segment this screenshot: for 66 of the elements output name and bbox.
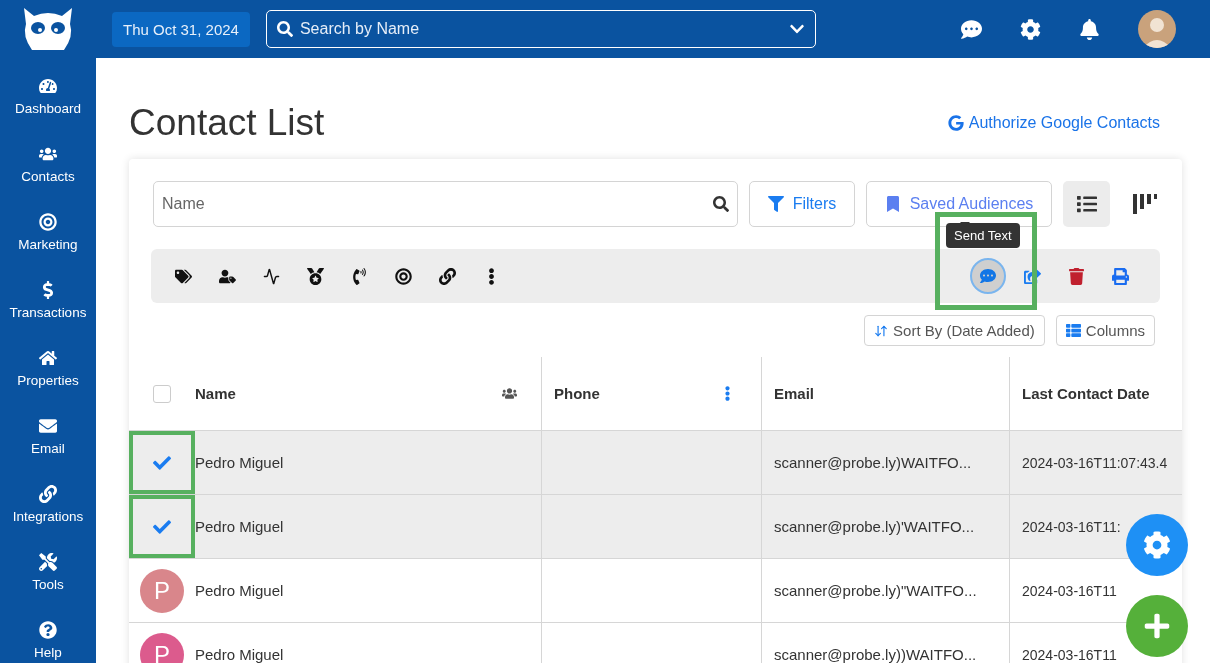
table-cell: Pedro Miguel [195,582,284,599]
table-cell: Pedro Miguel [195,518,284,535]
plus-icon [1143,612,1171,640]
page-title: Contact List [129,102,325,144]
bell-icon[interactable] [1079,18,1100,40]
table-cell: 2024-03-16T11:07:43.4 [1022,454,1168,471]
send-text-button[interactable] [970,258,1006,294]
column-header[interactable]: Phone [554,385,600,402]
group-icon[interactable] [502,386,517,401]
filter-icon [767,196,784,212]
bookmark-icon [884,196,901,212]
table-cell: 2024-03-16T11 [1022,646,1117,663]
nav-icon [39,552,57,571]
nav-icon [39,212,57,231]
nav-item[interactable]: Help [34,606,62,663]
nav-item[interactable]: Marketing [18,198,78,266]
column-header[interactable]: Last Contact Date [1022,385,1150,402]
table-cell: 2024-03-16T11: [1022,518,1121,535]
table-cell: scanner@probe.ly)WAITFO... [774,454,972,471]
google-icon [947,115,964,131]
columns-icon [1065,323,1081,338]
nav-item[interactable]: Integrations [12,470,84,538]
table-cell: scanner@probe.ly)"WAITFO... [774,582,977,599]
nav-item[interactable]: Contacts [21,130,75,198]
sort-icon [874,323,889,338]
nav-item[interactable]: Transactions [9,266,87,334]
user-avatar[interactable] [1138,10,1176,48]
authorize-google-link[interactable]: Authorize Google Contacts [947,114,1160,132]
nav-item[interactable]: Properties [17,334,79,402]
nav-icon [39,416,57,435]
search-icon [276,21,293,37]
search-select[interactable]: Search by Name [265,10,816,48]
settings-icon[interactable] [1020,18,1041,40]
select-all-checkbox[interactable] [153,384,171,403]
nav-item[interactable]: Email [31,402,65,470]
saved-audiences-button[interactable]: Saved Audiences [866,181,1052,227]
nav-item[interactable]: Tools [32,538,64,606]
avatar: P [140,632,184,663]
nav-icon [39,484,57,503]
column-header[interactable]: Email [774,385,815,402]
table-cell: 2024-03-16T11 [1022,582,1117,599]
row-checkbox[interactable] [153,517,171,536]
tooltip: Send Text [946,223,1020,248]
nav-item[interactable]: Dashboard [14,62,81,130]
date-display: Thu Oct 31, 2024 [112,11,250,47]
board-icon [1132,193,1157,215]
chat-icon [980,268,996,284]
chat-icon[interactable] [961,18,982,40]
name-search-field[interactable]: Name [153,181,738,227]
nav-icon [39,76,57,95]
avatar: P [140,568,184,613]
columns-button[interactable]: Columns [1055,315,1155,346]
row-checkbox[interactable] [153,453,171,472]
settings-icon [1143,531,1171,559]
search-icon [713,196,729,212]
table-cell: Pedro Miguel [195,646,284,663]
column-header[interactable]: Name [195,385,236,402]
sort-button[interactable]: Sort By (Date Added) [864,315,1045,346]
list-view-button[interactable] [1063,181,1110,227]
table-cell: Pedro Miguel [195,454,284,471]
table-cell: scanner@probe.ly)'WAITFO... [774,518,975,535]
filters-button[interactable]: Filters [749,181,855,227]
list-icon [1076,194,1097,214]
nav-icon [39,348,57,367]
nav-icon [39,620,57,639]
table-cell: scanner@probe.ly))WAITFO... [774,646,977,663]
